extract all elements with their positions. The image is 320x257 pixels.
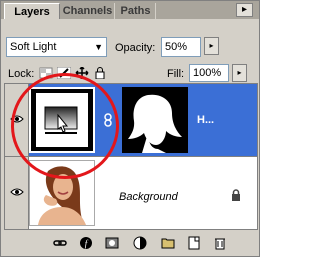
fill-field[interactable]: 100%: [189, 64, 229, 82]
lock-transparent-pixels-icon[interactable]: [39, 67, 53, 79]
layers-list: H... Background: [4, 83, 258, 230]
fill-label: Fill:: [167, 68, 185, 80]
layer-mask-thumbnail[interactable]: [122, 87, 188, 153]
visibility-toggle[interactable]: [5, 84, 29, 156]
opacity-slider-button[interactable]: ▸: [204, 37, 219, 55]
eye-icon: [10, 115, 24, 123]
panel-menu-button[interactable]: ▸: [236, 3, 253, 17]
visibility-toggle[interactable]: [5, 157, 29, 229]
fill-value: 100%: [193, 67, 222, 79]
add-mask-icon[interactable]: [105, 236, 119, 250]
adjustment-layer-thumbnail[interactable]: [29, 87, 95, 153]
lock-label: Lock:: [8, 68, 35, 80]
opacity-value: 50%: [165, 41, 188, 53]
blend-mode-select[interactable]: Soft Light ▼: [6, 37, 107, 57]
tab-bar: Layers Channels Paths ▸: [1, 1, 259, 19]
fill-slider-button[interactable]: ▸: [232, 64, 247, 82]
layer-row-hue-saturation[interactable]: H...: [5, 84, 257, 157]
lock-icon: [232, 189, 240, 201]
mask-silhouette-icon: [128, 94, 182, 153]
new-group-icon[interactable]: [161, 236, 175, 250]
opacity-field[interactable]: 50%: [161, 37, 201, 57]
lock-image-pixels-icon[interactable]: [57, 67, 71, 79]
blend-mode-value: Soft Light: [10, 41, 57, 53]
mask-link-icon[interactable]: [103, 113, 113, 127]
triangle-menu-icon: ▸: [241, 4, 248, 15]
tab-paths[interactable]: Paths: [116, 3, 156, 19]
layers-bottom-toolbar: f: [1, 231, 259, 255]
layer-name[interactable]: Background: [119, 190, 178, 204]
portrait-photo-icon: [30, 161, 94, 225]
tab-channels[interactable]: Channels: [61, 3, 115, 19]
adjustment-icon: [44, 106, 78, 134]
layers-panel: Layers Channels Paths ▸ Soft Light ▼ Opa…: [0, 0, 260, 257]
adjustment-layer-icon[interactable]: [133, 236, 147, 250]
background-layer-thumbnail[interactable]: [29, 160, 95, 226]
layer-name[interactable]: H...: [197, 113, 214, 127]
lock-position-icon[interactable]: [75, 67, 89, 79]
eye-icon: [10, 188, 24, 196]
trash-icon[interactable]: [213, 236, 227, 250]
lock-all-icon[interactable]: [93, 67, 107, 79]
opacity-label: Opacity:: [115, 42, 156, 54]
layer-row-background[interactable]: Background: [5, 157, 257, 229]
new-layer-icon[interactable]: [187, 236, 201, 250]
tab-layers[interactable]: Layers: [4, 3, 60, 19]
chevron-down-icon: ▼: [94, 42, 103, 52]
link-icon[interactable]: [53, 236, 67, 250]
layer-style-icon[interactable]: f: [79, 236, 93, 250]
